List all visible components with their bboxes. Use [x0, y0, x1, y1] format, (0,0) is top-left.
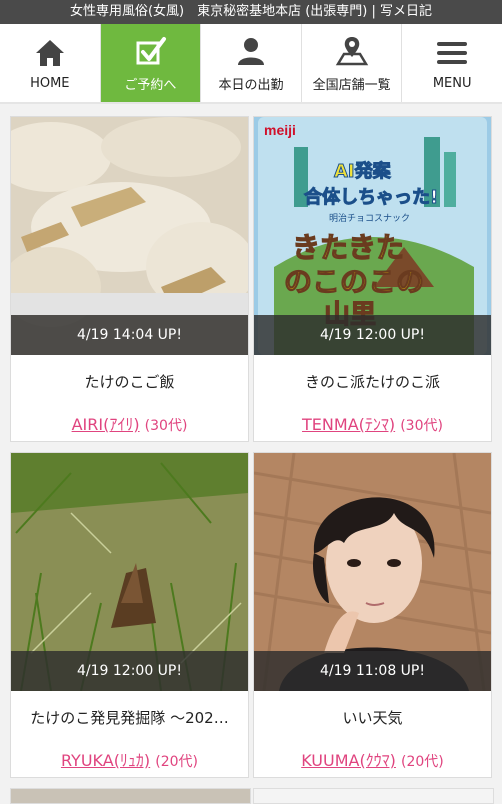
post-author[interactable]: KUUMA(ｸｳﾏ) (20代) [254, 747, 491, 771]
post-uptime: 4/19 14:04 UP! [11, 315, 248, 355]
cast-age: (30代) [144, 418, 188, 434]
cast-age: (20代) [401, 754, 444, 770]
post-author[interactable]: AIRI(ｱｲﾘ) (30代) [11, 411, 248, 435]
map-pin-icon [335, 36, 368, 65]
post-title: いい天気 [342, 709, 403, 727]
snack-brand-text: meiji [264, 122, 296, 138]
nav-today-schedule-label: 本日の出勤 [218, 77, 284, 93]
snack-headline-text: 合体しちゃった! [304, 186, 438, 208]
nav-reservation-label: ご予約へ [124, 77, 177, 93]
post-title: きのこ派たけのこ派 [304, 373, 440, 391]
nav-store-list-label: 全国店舗一覧 [312, 77, 391, 93]
home-icon [35, 39, 64, 66]
cast-age: (20代) [155, 754, 199, 770]
nav-menu-label: MENU [432, 75, 472, 91]
page-header: 女性専用風俗(女風) 東京秘密基地本店 (出張専門) | 写メ日記 [0, 0, 502, 24]
person-icon [237, 37, 264, 65]
next-card-peek [253, 788, 494, 804]
checkbox-icon [136, 36, 167, 64]
nav-today-schedule[interactable]: 本日の出勤 [201, 24, 302, 102]
main-nav: HOME ご予約へ 本日の出勤 全国店舗一覧 MENU [0, 24, 502, 104]
cast-name-link[interactable]: KUUMA(ｸｳﾏ) [301, 751, 396, 770]
cast-name-link[interactable]: RYUKA(ﾘｭｶ) [61, 751, 150, 770]
snack-product2-text: のこのこの [284, 265, 424, 298]
page-header-title: 女性専用風俗(女風) 東京秘密基地本店 (出張専門) | 写メ日記 [69, 4, 433, 19]
post-uptime: 4/19 12:00 UP! [11, 651, 248, 691]
post-title: たけのこご飯 [84, 373, 175, 391]
nav-home[interactable]: HOME [0, 24, 101, 102]
nav-store-list[interactable]: 全国店舗一覧 [302, 24, 403, 102]
nav-home-label: HOME [30, 75, 70, 91]
hamburger-icon [437, 41, 468, 64]
post-author[interactable]: RYUKA(ﾘｭｶ) (20代) [11, 747, 248, 771]
post-uptime: 4/19 12:00 UP! [254, 315, 491, 355]
nav-reservation[interactable]: ご予約へ [100, 24, 202, 102]
snack-sub-text: 明治チョコスナック [329, 212, 410, 224]
cast-age: (30代) [400, 418, 443, 434]
diary-card[interactable]: meiji AI発案 合体しちゃった! 明治チョコスナック きたきた のこのこの… [253, 116, 492, 442]
diary-card[interactable]: 4/19 12:00 UP! たけのこ発見発掘隊 〜202… RYUKA(ﾘｭｶ… [10, 452, 249, 778]
cast-name-link[interactable]: AIRI(ｱｲﾘ) [72, 415, 140, 434]
post-title: たけのこ発見発掘隊 〜202… [30, 709, 229, 727]
post-author[interactable]: TENMA(ﾃﾝﾏ) (30代) [254, 411, 491, 435]
diary-card[interactable]: 4/19 11:08 UP! いい天気 KUUMA(ｸｳﾏ) (20代) [253, 452, 492, 778]
post-uptime: 4/19 11:08 UP! [254, 651, 491, 691]
nav-menu[interactable]: MENU [402, 24, 502, 102]
snack-product1-text: きたきた [292, 231, 404, 264]
next-card-peek [10, 788, 251, 804]
diary-card[interactable]: 4/19 14:04 UP! たけのこご飯 AIRI(ｱｲﾘ) (30代) [10, 116, 249, 442]
snack-badge-text: AI発案 [334, 160, 392, 182]
cast-name-link[interactable]: TENMA(ﾃﾝﾏ) [302, 415, 395, 434]
